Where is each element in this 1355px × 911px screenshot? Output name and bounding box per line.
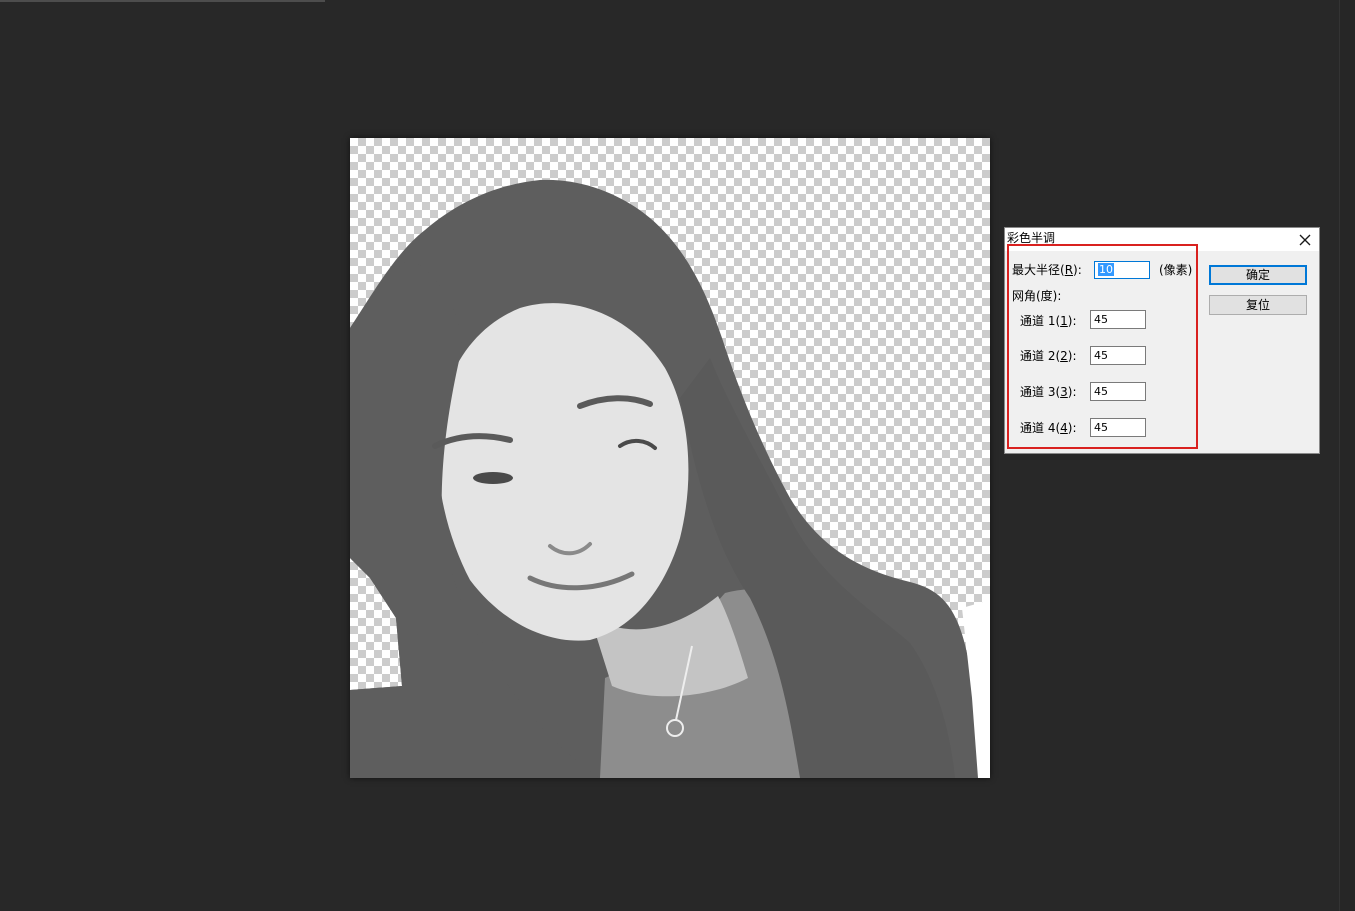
max-radius-label: 最大半径(R): xyxy=(1012,263,1082,277)
max-radius-input[interactable]: 10 xyxy=(1094,261,1150,279)
channel-2-input[interactable] xyxy=(1090,346,1146,365)
portrait-photo xyxy=(350,179,990,778)
channel-3-input[interactable] xyxy=(1090,382,1146,401)
max-radius-unit: (像素) xyxy=(1159,263,1193,277)
channel-4-label-key: 4 xyxy=(1060,421,1068,435)
reset-button[interactable]: 复位 xyxy=(1209,295,1307,315)
color-halftone-dialog: 彩色半调 最大半径(R): 10 (像素) 网角(度): 通道 1(1): 通道… xyxy=(1004,227,1320,454)
channel-2-label-prefix: 通道 2( xyxy=(1020,349,1061,363)
max-radius-value: 10 xyxy=(1098,263,1114,276)
close-button[interactable] xyxy=(1297,232,1313,248)
screen-angles-heading: 网角(度): xyxy=(1012,289,1062,303)
channel-2-label-suffix: ): xyxy=(1067,349,1077,363)
channel-4-label-suffix: ): xyxy=(1067,421,1077,435)
channel-4-input[interactable] xyxy=(1090,418,1146,437)
channel-4-label: 通道 4(4): xyxy=(1020,421,1077,435)
channel-1-input[interactable] xyxy=(1090,310,1146,329)
channel-3-label-key: 3 xyxy=(1060,385,1068,399)
canvas-document[interactable] xyxy=(350,138,990,778)
close-icon xyxy=(1299,234,1311,246)
channel-1-label-key: 1 xyxy=(1060,314,1068,328)
max-radius-label-prefix: 最大半径( xyxy=(1012,263,1065,277)
max-radius-label-suffix: ): xyxy=(1073,263,1082,277)
channel-2-label-key: 2 xyxy=(1060,349,1068,363)
dialog-title: 彩色半调 xyxy=(1007,231,1056,245)
channel-1-label: 通道 1(1): xyxy=(1020,314,1077,328)
channel-4-label-prefix: 通道 4( xyxy=(1020,421,1061,435)
document-tab-strip[interactable] xyxy=(0,0,325,2)
channel-3-label: 通道 3(3): xyxy=(1020,385,1077,399)
ok-button[interactable]: 确定 xyxy=(1209,265,1307,285)
channel-3-label-prefix: 通道 3( xyxy=(1020,385,1061,399)
channel-2-label: 通道 2(2): xyxy=(1020,349,1077,363)
workspace-right-scrollbar[interactable] xyxy=(1339,0,1355,911)
channel-3-label-suffix: ): xyxy=(1067,385,1077,399)
max-radius-label-key: R xyxy=(1064,263,1074,277)
left-eye xyxy=(473,472,513,484)
channel-1-label-suffix: ): xyxy=(1067,314,1077,328)
channel-1-label-prefix: 通道 1( xyxy=(1020,314,1061,328)
